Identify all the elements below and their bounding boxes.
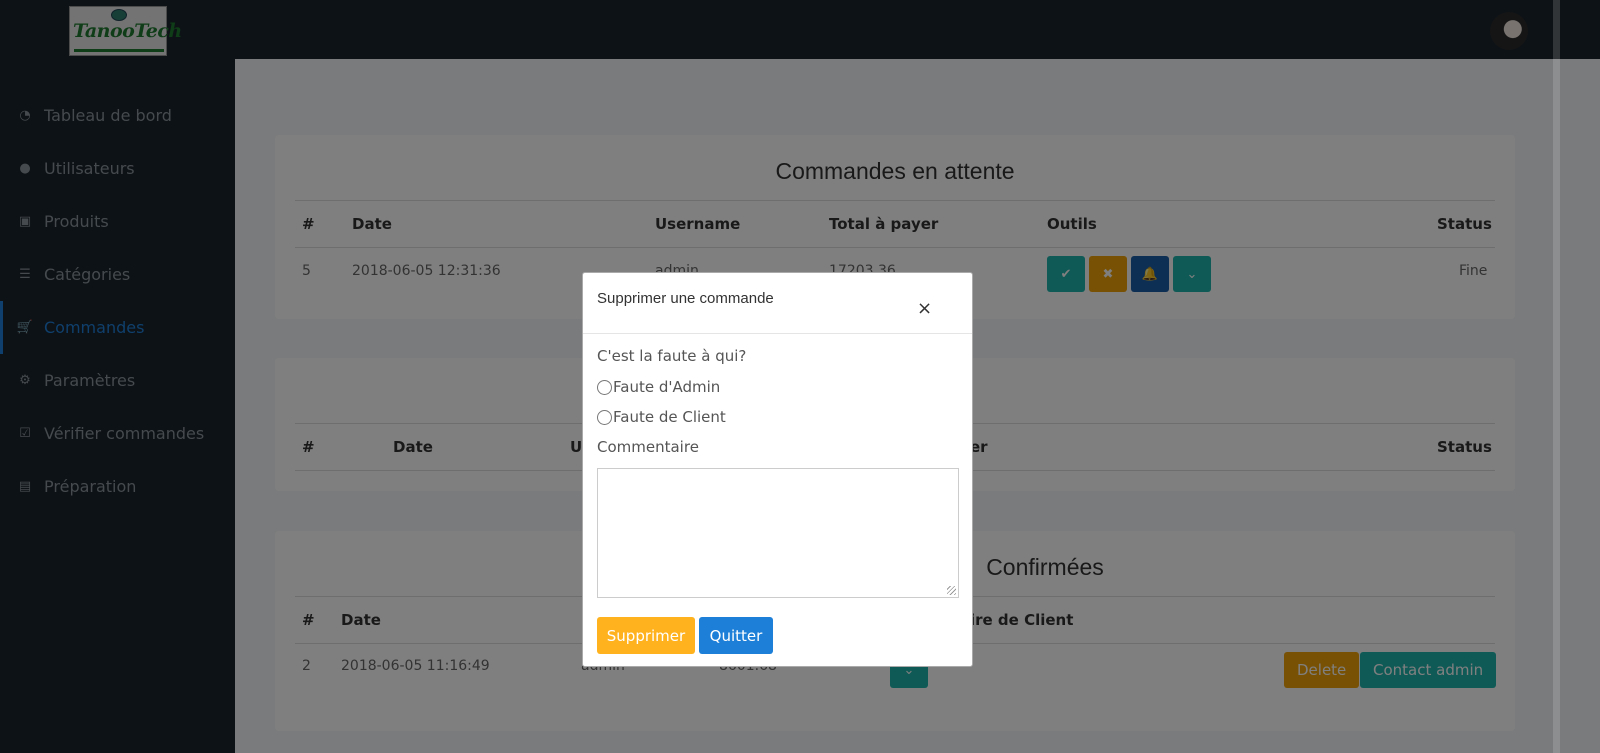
comment-textarea[interactable] [597,468,959,598]
fault-question: C'est la faute à qui? [597,347,747,365]
comment-label: Commentaire [597,438,699,456]
option-client[interactable]: Faute de Client [597,408,726,426]
resize-handle[interactable] [947,586,956,595]
modal-title: Supprimer une commande [597,290,774,307]
divider [583,333,972,334]
delete-order-modal: Supprimer une commande × C'est la faute … [582,272,973,667]
radio-client[interactable] [597,409,612,425]
quitter-button[interactable]: Quitter [699,617,773,654]
option-client-label: Faute de Client [613,408,726,426]
option-admin[interactable]: Faute d'Admin [597,378,720,396]
close-icon[interactable]: × [917,300,932,318]
supprimer-button[interactable]: Supprimer [597,617,695,654]
radio-admin[interactable] [597,379,612,395]
option-admin-label: Faute d'Admin [613,378,721,396]
scrollbar[interactable] [1553,0,1560,753]
